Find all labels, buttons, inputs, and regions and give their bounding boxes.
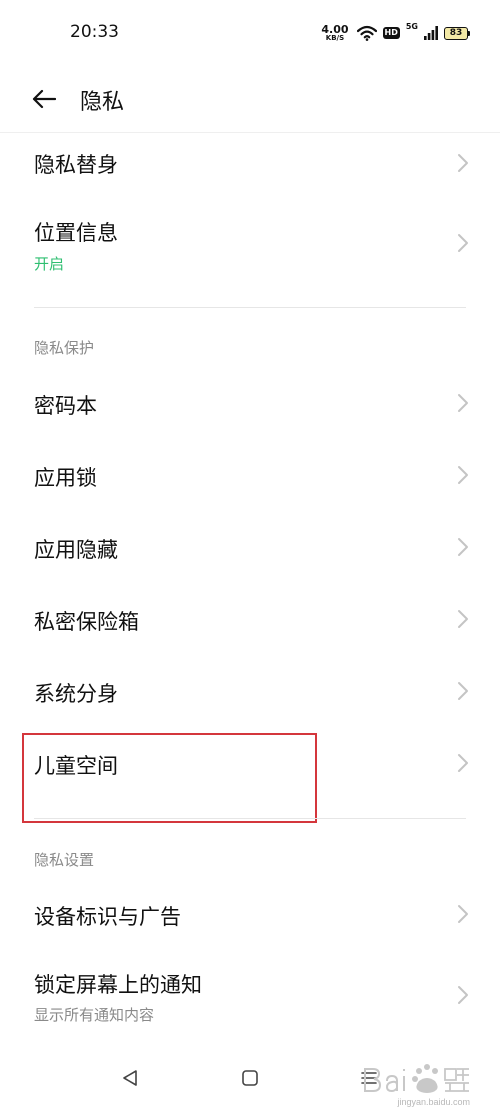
list-item-location[interactable]: 位置信息 开启 xyxy=(0,198,500,288)
status-bar: 20:33 4.00 KB/S HD 5G 83 xyxy=(0,0,500,66)
divider xyxy=(34,307,466,308)
divider xyxy=(34,818,466,819)
list-item-lockscreen-notifications[interactable]: 锁定屏幕上的通知 显示所有通知内容 xyxy=(0,950,500,1040)
chevron-right-icon xyxy=(458,682,468,700)
status-time: 20:33 xyxy=(70,22,119,42)
arrow-left-icon xyxy=(32,89,56,109)
item-label: 位置信息 xyxy=(34,221,118,245)
item-label: 应用锁 xyxy=(34,466,97,490)
battery-cap xyxy=(468,30,470,36)
back-button[interactable] xyxy=(28,83,60,115)
item-label: 私密保险箱 xyxy=(34,610,139,634)
list-item-private-safe[interactable]: 私密保险箱 xyxy=(0,584,500,654)
item-label: 密码本 xyxy=(34,394,97,418)
battery-icon: 83 xyxy=(444,26,470,40)
wifi-icon xyxy=(356,25,377,41)
item-label: 锁定屏幕上的通知 xyxy=(34,973,202,997)
chevron-right-icon xyxy=(458,394,468,412)
network-speed: 4.00 KB/S xyxy=(321,24,348,42)
list-item-app-lock[interactable]: 应用锁 xyxy=(0,440,500,510)
list-item-app-hide[interactable]: 应用隐藏 xyxy=(0,512,500,582)
item-label: 系统分身 xyxy=(34,682,118,706)
item-subtitle: 显示所有通知内容 xyxy=(34,1006,155,1024)
status-icons: 4.00 KB/S HD 5G 83 xyxy=(321,22,470,44)
network-speed-unit: KB/S xyxy=(325,34,345,42)
chevron-right-icon xyxy=(458,538,468,556)
item-label: 应用隐藏 xyxy=(34,538,118,562)
item-label: 设备标识与广告 xyxy=(34,905,181,929)
list-item-device-id-ads[interactable]: 设备标识与广告 xyxy=(0,878,500,950)
list-item-system-clone[interactable]: 系统分身 xyxy=(0,656,500,726)
home-square-icon xyxy=(242,1070,258,1086)
location-status: 开启 xyxy=(34,255,65,273)
item-label: 儿童空间 xyxy=(34,754,118,778)
battery-level: 83 xyxy=(444,26,468,40)
page-title: 隐私 xyxy=(80,90,125,115)
chevron-right-icon xyxy=(458,754,468,772)
back-triangle-icon xyxy=(123,1070,137,1086)
section-header-settings: 隐私设置 xyxy=(34,851,95,869)
network-type-label: 5G xyxy=(405,22,418,31)
chevron-right-icon xyxy=(458,154,468,172)
nav-home-button[interactable] xyxy=(235,1063,265,1093)
hd-icon: HD xyxy=(382,27,400,39)
chevron-right-icon xyxy=(458,905,468,923)
section-header-protection: 隐私保护 xyxy=(34,339,95,357)
chevron-right-icon xyxy=(458,234,468,252)
list-item-password-book[interactable]: 密码本 xyxy=(0,368,500,438)
page-header: 隐私 xyxy=(0,66,500,133)
nav-back-button[interactable] xyxy=(115,1063,145,1093)
item-label: 隐私替身 xyxy=(34,153,118,177)
watermark-text: jingyan.baidu.com xyxy=(397,1097,470,1107)
chevron-right-icon xyxy=(458,986,468,1004)
list-item-kids-space[interactable]: 儿童空间 xyxy=(0,728,500,818)
chevron-right-icon xyxy=(458,610,468,628)
list-item-privacy-avatar[interactable]: 隐私替身 xyxy=(0,132,500,194)
chevron-right-icon xyxy=(458,466,468,484)
signal-icon xyxy=(424,26,438,40)
